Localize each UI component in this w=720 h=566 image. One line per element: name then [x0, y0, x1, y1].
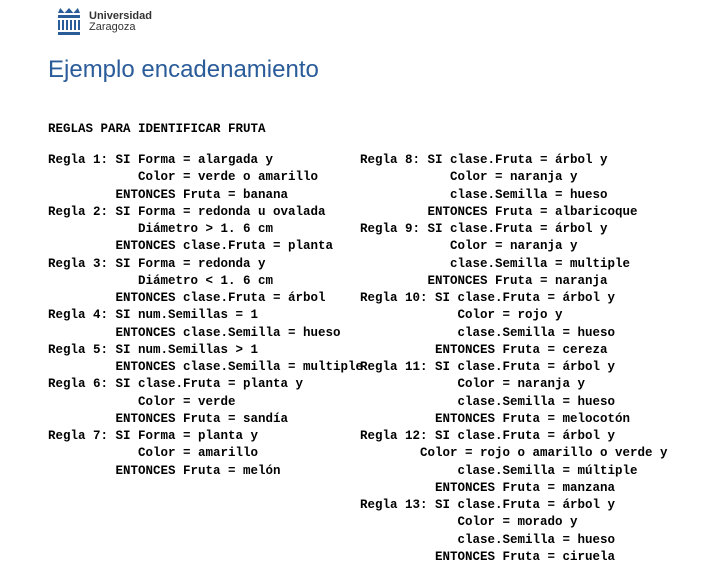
rules-right-column: Regla 8: SI clase.Fruta = árbol y Color … — [360, 152, 710, 566]
university-logo: Universidad Zaragoza — [55, 8, 152, 36]
slide-title: Ejemplo encadenamiento — [48, 56, 319, 84]
logo-icon — [55, 8, 83, 36]
logo-line2: Zaragoza — [89, 22, 152, 33]
logo-text: Universidad Zaragoza — [89, 11, 152, 33]
rules-left-column: Regla 1: SI Forma = alargada y Color = v… — [48, 152, 378, 480]
rules-heading: REGLAS PARA IDENTIFICAR FRUTA — [48, 122, 266, 136]
